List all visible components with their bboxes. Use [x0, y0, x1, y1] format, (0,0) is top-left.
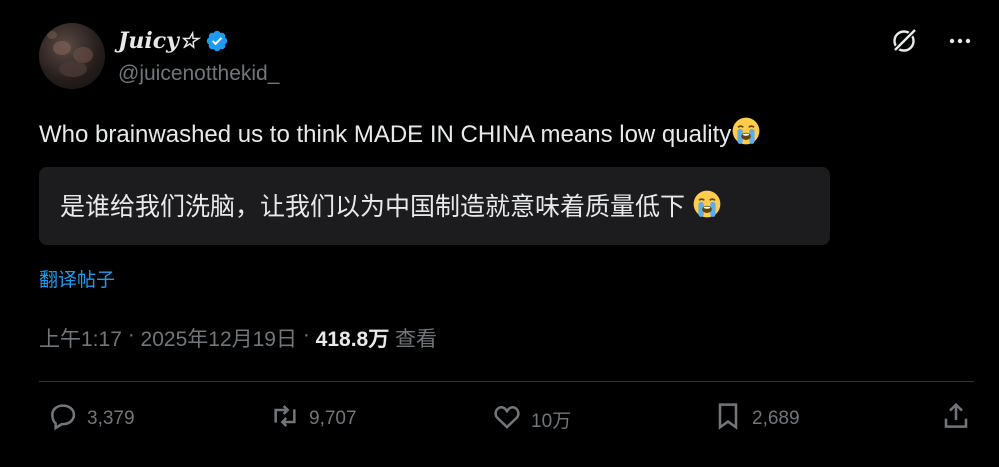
avatar[interactable] [39, 23, 105, 89]
meta-separator: · [296, 323, 316, 346]
bookmark-count: 2,689 [752, 408, 800, 429]
author-name-row: Juicy☆ [118, 28, 229, 54]
grok-icon[interactable] [889, 26, 919, 56]
author-display-name[interactable]: Juicy☆ [118, 28, 199, 54]
more-options-icon[interactable] [945, 26, 975, 56]
share-icon [940, 400, 972, 438]
author-handle[interactable]: @juicenotthekid_ [118, 62, 279, 86]
like-count: 10万 [531, 410, 572, 432]
like-button[interactable]: 10万 [491, 400, 571, 438]
loudly-crying-face-icon [731, 116, 761, 153]
translated-text: 是谁给我们洗脑，让我们以为中国制造就意味着质量低下 [60, 193, 686, 221]
repost-button[interactable]: 9,707 [269, 400, 357, 438]
verified-badge-icon[interactable] [205, 29, 229, 53]
repost-count: 9,707 [309, 408, 357, 429]
tweet-detail: Juicy☆ @juicenotthekid_ Who brainwashed … [0, 0, 999, 467]
view-count[interactable]: 418.8万 [316, 323, 390, 353]
translate-post-link[interactable]: 翻译帖子 [39, 265, 115, 292]
meta-separator: · [121, 323, 141, 346]
tweet-date[interactable]: 2025年12月19日 [141, 323, 297, 353]
tweet-text: Who brainwashed us to think MADE IN CHIN… [39, 116, 761, 153]
tweet-text-content: Who brainwashed us to think MADE IN CHIN… [39, 121, 732, 148]
bookmark-icon [712, 400, 744, 438]
repost-icon [269, 400, 301, 438]
heart-icon [491, 400, 523, 438]
bookmark-button[interactable]: 2,689 [712, 400, 800, 438]
reply-icon [47, 400, 79, 438]
loudly-crying-face-icon [692, 189, 722, 226]
tweet-meta: 上午1:17 · 2025年12月19日 · 418.8万 查看 [39, 323, 437, 353]
divider [39, 381, 974, 382]
share-button[interactable] [940, 400, 972, 438]
tweet-time[interactable]: 上午1:17 [39, 323, 122, 353]
reply-count: 3,379 [87, 408, 135, 429]
top-actions [889, 26, 975, 56]
action-bar: 3,379 9,707 10万 2,689 [39, 400, 974, 444]
translated-text-box: 是谁给我们洗脑，让我们以为中国制造就意味着质量低下 [39, 167, 830, 245]
reply-button[interactable]: 3,379 [47, 400, 135, 438]
view-count-label: 查看 [389, 328, 438, 351]
